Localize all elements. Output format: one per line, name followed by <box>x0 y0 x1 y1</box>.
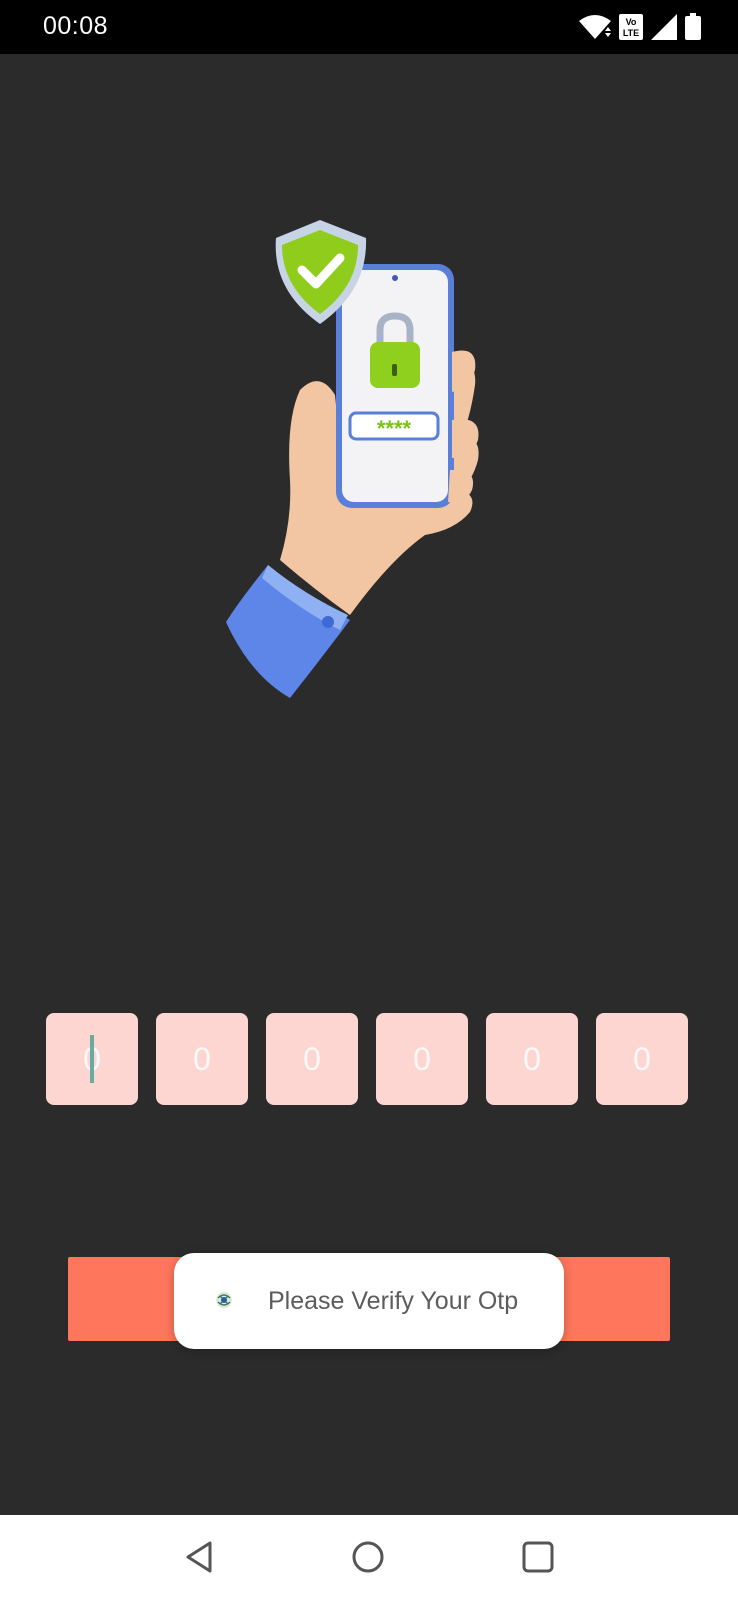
otp-input-row: 0 0 0 0 0 0 <box>46 1013 690 1105</box>
navigation-bar <box>0 1515 738 1600</box>
otp-digit: 0 <box>193 1040 211 1077</box>
otp-digit: 0 <box>523 1040 541 1077</box>
otp-box-3[interactable]: 0 <box>266 1013 358 1105</box>
otp-digit: 0 <box>303 1040 321 1077</box>
otp-box-4[interactable]: 0 <box>376 1013 468 1105</box>
toast-text: Please Verify Your Otp <box>268 1287 519 1315</box>
battery-icon <box>685 13 701 40</box>
otp-box-1[interactable]: 0 <box>46 1013 138 1105</box>
back-icon[interactable] <box>180 1537 220 1577</box>
svg-text:Vo: Vo <box>626 17 637 27</box>
volte-icon: Vo LTE <box>619 14 643 40</box>
status-bar: 00:08 Vo LTE <box>0 0 738 54</box>
phone-security-illustration: **** <box>220 220 490 710</box>
otp-digit: 0 <box>633 1040 651 1077</box>
otp-box-6[interactable]: 0 <box>596 1013 688 1105</box>
otp-digit: 0 <box>413 1040 431 1077</box>
svg-text:LTE: LTE <box>623 28 639 38</box>
otp-box-2[interactable]: 0 <box>156 1013 248 1105</box>
app-icon <box>216 1292 232 1308</box>
password-mask: **** <box>377 416 412 441</box>
wifi-icon <box>579 15 611 39</box>
signal-icon <box>651 14 677 40</box>
recents-icon[interactable] <box>518 1537 558 1577</box>
home-icon[interactable] <box>348 1537 388 1577</box>
status-icons: Vo LTE <box>578 13 708 41</box>
toast-message: Please Verify Your Otp <box>174 1253 564 1349</box>
status-time: 00:08 <box>43 12 109 40</box>
text-caret <box>90 1035 94 1083</box>
otp-box-5[interactable]: 0 <box>486 1013 578 1105</box>
